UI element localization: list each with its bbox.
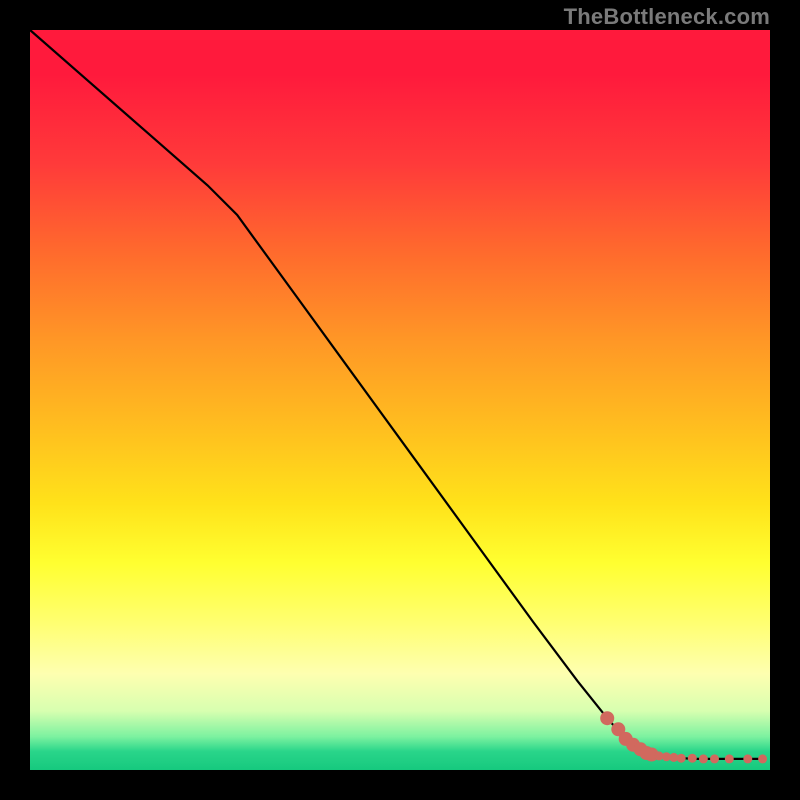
chart-svg (30, 30, 770, 770)
marker-point (758, 754, 767, 763)
marker-point (743, 754, 752, 763)
marker-point (710, 754, 719, 763)
marker-point (677, 754, 686, 763)
chart-frame: TheBottleneck.com (0, 0, 800, 800)
marker-point (725, 754, 734, 763)
marker-group (600, 711, 767, 763)
bottleneck-curve (30, 30, 763, 759)
marker-point (688, 754, 697, 763)
marker-point (699, 754, 708, 763)
marker-point (600, 711, 614, 725)
plot-area (30, 30, 770, 770)
watermark-text: TheBottleneck.com (564, 4, 770, 30)
